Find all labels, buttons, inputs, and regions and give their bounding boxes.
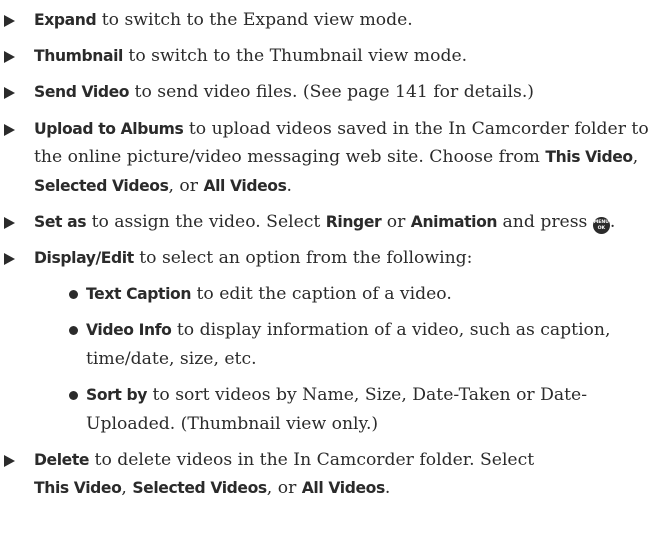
choice-ringer: Ringer: [325, 212, 382, 231]
bullet-triangle-icon: [4, 87, 15, 100]
suboption-name: Sort by: [86, 386, 148, 404]
ok-key-label: OK: [597, 225, 606, 231]
choice-all-videos: All Videos: [301, 479, 385, 498]
choice-all-videos: All Videos: [203, 176, 287, 195]
option-description: to delete videos in the In Camcorder fol…: [89, 449, 535, 470]
manual-page: Expand to switch to the Expand view mode…: [0, 0, 651, 543]
option-expand: Expand to switch to the Expand view mode…: [0, 6, 651, 35]
menu-ok-key-icon: MENU OK: [592, 217, 610, 235]
bullet-triangle-icon: [4, 15, 15, 27]
bullet-triangle-icon: [4, 123, 15, 136]
option-display-edit: Display/Edit to select an option from th…: [0, 244, 651, 273]
choice-selected-videos: Selected Videos: [132, 479, 267, 498]
option-name: Delete: [34, 450, 90, 469]
option-description: to select an option from the following:: [133, 247, 473, 268]
option-description: to switch to the Thumbnail view mode.: [122, 46, 468, 67]
separator-text: and press: [497, 211, 593, 232]
bullet-dot-icon: [69, 391, 78, 400]
choice-selected-videos: Selected Videos: [34, 176, 169, 195]
option-name: Thumbnail: [34, 47, 123, 66]
option-name: Display/Edit: [34, 248, 134, 267]
option-delete: Delete to delete videos in the In Camcor…: [0, 446, 651, 503]
bullet-dot-icon: [69, 326, 78, 336]
bullet-dot-icon: [69, 290, 78, 300]
option-description: to send video files. (See page 141 for d…: [129, 82, 535, 103]
separator-text: ,: [632, 147, 639, 168]
option-name: Send Video: [34, 83, 130, 102]
separator-text: , or: [168, 175, 204, 196]
suboption-text-caption: Text Caption to edit the caption of a vi…: [0, 280, 651, 309]
bullet-triangle-icon: [4, 252, 15, 265]
suboption-name: Text Caption: [86, 285, 192, 304]
separator-text: .: [286, 175, 292, 196]
menu-key-label: MENU: [593, 220, 609, 226]
choice-animation: Animation: [410, 212, 498, 231]
option-name: Expand: [34, 11, 97, 29]
separator-text: ,: [121, 478, 133, 499]
option-send-video: Send Video to send video files. (See pag…: [0, 78, 651, 107]
suboption-name: Video Info: [86, 321, 172, 340]
option-description: to assign the video. Select: [86, 211, 326, 232]
option-name: Set as: [34, 212, 87, 231]
option-set-as: Set as to assign the video. Select Ringe…: [0, 208, 651, 237]
option-name: Upload to Albums: [34, 119, 184, 138]
suboption-description: to edit the caption of a video.: [191, 284, 452, 305]
separator-text: .: [609, 211, 616, 232]
bullet-triangle-icon: [4, 454, 15, 467]
suboption-video-info: Video Info to display information of a v…: [0, 316, 651, 373]
separator-text: .: [384, 478, 391, 499]
option-description: to switch to the Expand view mode.: [96, 10, 413, 30]
suboption-sort-by: Sort by to sort videos by Name, Size, Da…: [0, 381, 651, 438]
separator-text: , or: [266, 478, 302, 499]
option-thumbnail: Thumbnail to switch to the Thumbnail vie…: [0, 42, 651, 71]
choice-this-video: This Video: [34, 479, 122, 498]
option-upload-to-albums: Upload to Albums to upload videos saved …: [0, 115, 651, 201]
bullet-triangle-icon: [4, 216, 15, 229]
separator-text: or: [381, 211, 411, 232]
suboption-description: to sort videos by Name, Size, Date-Taken…: [86, 385, 588, 434]
choice-this-video: This Video: [545, 148, 633, 167]
bullet-triangle-icon: [4, 51, 15, 64]
